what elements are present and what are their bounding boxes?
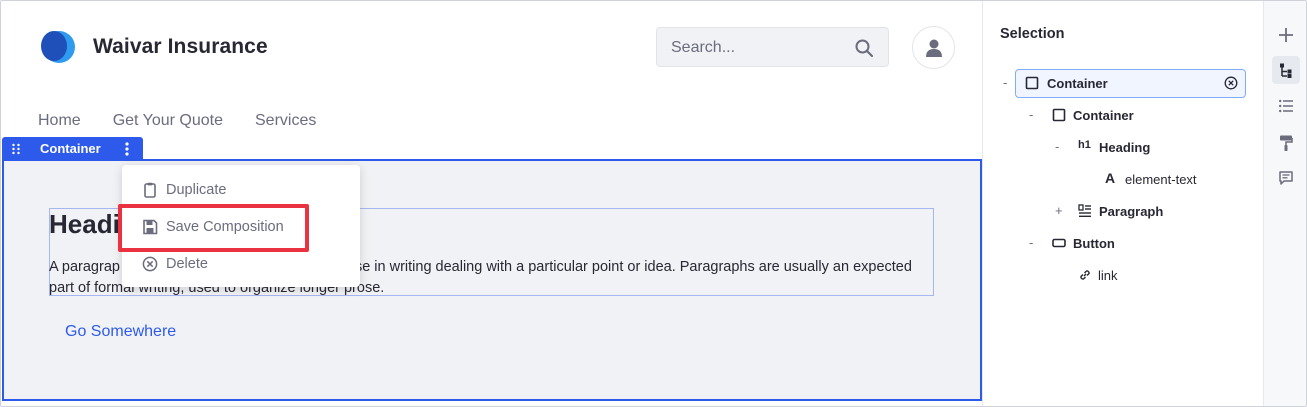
paragraph-start: A paragrap [49,259,120,275]
logo-icon [41,31,75,63]
main-nav: Home Get Your Quote Services [38,112,316,130]
kebab-menu-icon[interactable] [122,141,132,157]
search-box[interactable] [656,27,889,67]
add-button[interactable] [1272,21,1300,49]
tree-item-heading[interactable]: - h1 Heading [1055,135,1235,159]
menu-item-duplicate-label: Duplicate [166,182,227,198]
collapse-toggle[interactable]: - [1029,235,1033,250]
go-somewhere-link[interactable]: Go Somewhere [65,323,176,341]
user-avatar-button[interactable] [912,26,955,69]
structure-tree-icon [1280,63,1292,78]
tree-item-label: element-text [1125,172,1197,187]
tree-item-label: Container [1047,76,1108,91]
tree-item-button[interactable]: - Button [1029,231,1229,255]
tree-item-label: link [1098,268,1118,283]
editor-rail [1263,1,1306,406]
comments-button[interactable] [1272,164,1300,192]
tree-item-label: Container [1073,108,1134,123]
container-icon [1025,76,1039,90]
tree-item-paragraph[interactable]: + Paragraph [1055,199,1235,223]
button-icon [1052,238,1066,248]
tree-item-link[interactable]: link [1078,263,1228,287]
delete-icon [142,256,158,272]
expand-toggle[interactable]: + [1055,203,1063,218]
page-elements-list-button[interactable] [1272,92,1300,120]
collapse-toggle[interactable]: - [1055,139,1059,154]
styles-button[interactable] [1272,128,1300,156]
link-icon [1080,270,1090,280]
nav-item-get-your-quote[interactable]: Get Your Quote [113,112,223,130]
paint-roller-icon [1280,135,1293,151]
remove-icon[interactable] [1224,76,1238,90]
tree-item-container[interactable]: - Container [1029,103,1229,127]
text-icon: A [1105,170,1116,186]
nav-item-home[interactable]: Home [38,112,81,130]
paragraph-icon [1078,204,1091,218]
selection-label-name: Container [40,141,101,156]
brand-name: Waivar Insurance [93,35,268,58]
menu-item-delete[interactable]: Delete [122,249,360,279]
menu-item-duplicate[interactable]: Duplicate [122,175,360,205]
highlight-annotation [118,204,309,252]
selection-label-bar[interactable]: Container [2,137,143,160]
comment-icon [1279,171,1293,185]
list-icon [1279,99,1293,113]
paragraph-line1-end: se in writing dealing with a particular … [354,259,912,275]
user-icon [926,39,942,57]
container-icon [1052,108,1066,122]
add-icon [1279,28,1293,42]
heading-icon: h1 [1078,139,1091,151]
tree-item-label: Heading [1099,140,1151,155]
collapse-toggle[interactable]: - [1029,107,1033,122]
tree-item-element-text[interactable]: A element-text [1105,167,1255,191]
drag-handle-icon[interactable] [11,143,21,155]
menu-item-delete-label: Delete [166,256,208,272]
collapse-toggle[interactable]: - [1003,75,1007,90]
selection-panel-title: Selection [1000,26,1065,42]
app-window: Waivar Insurance Home Get Your Quote Ser… [0,0,1307,407]
structure-tree-button[interactable] [1272,56,1300,84]
search-icon[interactable] [854,38,874,58]
page-canvas: Waivar Insurance Home Get Your Quote Ser… [1,1,982,406]
nav-item-services[interactable]: Services [255,112,316,130]
duplicate-icon [144,182,156,198]
tree-item-label: Button [1073,236,1115,251]
search-input[interactable] [671,37,841,59]
tree-item-container-root[interactable]: - Container [1003,71,1243,95]
tree-item-label: Paragraph [1099,204,1164,219]
